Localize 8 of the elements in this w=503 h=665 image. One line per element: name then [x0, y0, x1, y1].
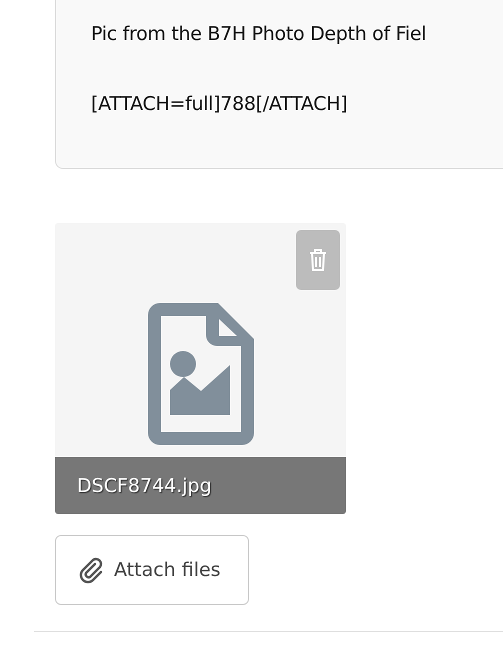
- editor-text: [ATTACH=full]788[/ATTACH]: [91, 92, 348, 116]
- file-name: DSCF8744.jpg: [55, 457, 346, 514]
- message-editor[interactable]: Pic from the B7H Photo Depth of Fiel [ATTACH=full]788[/ATTACH]: [55, 0, 503, 169]
- trash-icon: [307, 248, 329, 272]
- delete-button[interactable]: [296, 230, 340, 290]
- image-file-icon: [148, 303, 254, 445]
- attach-files-button[interactable]: Attach files: [55, 535, 249, 605]
- editor-text: Pic from the B7H Photo Depth of Fiel: [91, 22, 428, 46]
